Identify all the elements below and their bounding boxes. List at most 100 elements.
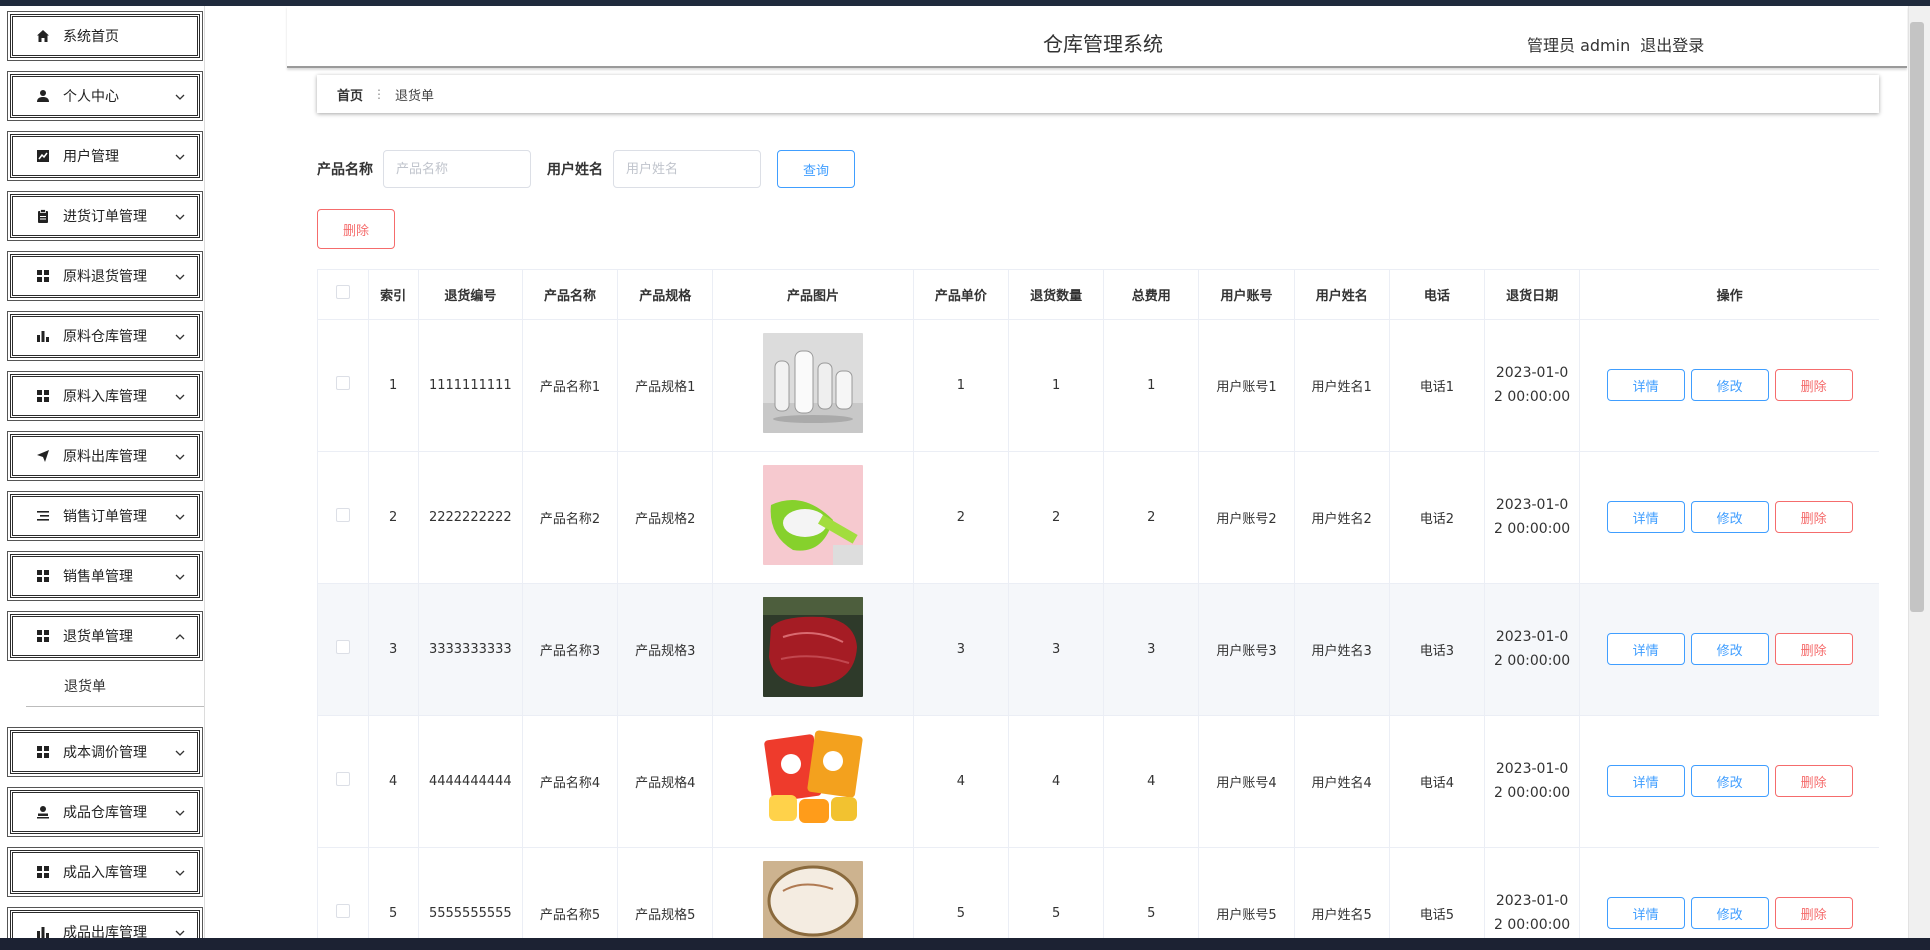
table-cell-phone: 电话3 [1389, 583, 1486, 716]
table-cell-qty: 5 [1008, 847, 1105, 938]
query-button[interactable]: 查询 [777, 150, 855, 188]
return-date-cell: 2023-01-0 2 00:00:00 [1484, 319, 1581, 452]
row-checkbox[interactable] [335, 376, 350, 390]
return-date-line: 2023-01-0 [1495, 761, 1569, 777]
table-cell-spec: 产品规格4 [617, 715, 714, 848]
delete-button[interactable]: 删除 [1774, 501, 1853, 533]
delete-button[interactable]: 删除 [1774, 765, 1853, 797]
detail-button[interactable]: 详情 [1606, 765, 1685, 797]
row-checkbox[interactable] [335, 904, 350, 918]
sidebar-item[interactable]: 进货订单管理 [0, 186, 204, 246]
delete-button[interactable]: 删除 [1774, 369, 1853, 401]
detail-button[interactable]: 详情 [1606, 369, 1685, 401]
table-cell-phone: 电话4 [1389, 715, 1486, 848]
table-cell-name: 用户姓名3 [1294, 583, 1390, 716]
header-cell: 用户账号 [1198, 270, 1295, 320]
sidebar-item-box[interactable]: 成品入库管理 [7, 847, 203, 897]
sidebar-item-box[interactable]: 进货订单管理 [7, 191, 203, 241]
row-select-cell [318, 583, 369, 716]
table-cell-index: 4 [368, 715, 419, 848]
table-cell-total: 4 [1103, 715, 1200, 848]
table-cell-account: 用户账号3 [1198, 583, 1295, 716]
sidebar-item[interactable]: 退货单管理 [0, 606, 204, 666]
table-row[interactable]: 1 1111111111 产品名称1 产品规格1 1 1 1 用户账号1 用户姓名1 电话1 202… [318, 319, 1879, 452]
select-all-checkbox[interactable] [335, 285, 350, 300]
sidebar-item-label: 个人中心 [63, 89, 119, 105]
product-name-input[interactable] [383, 150, 531, 188]
table-cell-name: 用户姓名4 [1294, 715, 1390, 848]
table-cell-index: 3 [368, 583, 419, 716]
edit-button[interactable]: 修改 [1690, 897, 1769, 929]
table-cell-product: 产品名称5 [522, 847, 619, 938]
row-checkbox[interactable] [335, 772, 350, 786]
table-row[interactable]: 5 5555555555 产品名称5 产品规格5 5 5 5 用户账号5 用户姓名5 电话5 202… [318, 847, 1879, 938]
sidebar-item-box[interactable]: 系统首页 [7, 11, 203, 61]
sidebar-item-box[interactable]: 销售订单管理 [7, 491, 203, 541]
row-actions-cell: 详情 修改 删除 [1579, 319, 1879, 452]
sidebar-item[interactable]: 个人中心 [0, 66, 204, 126]
home-icon [35, 28, 51, 44]
delete-button[interactable]: 删除 [1774, 897, 1853, 929]
sidebar-item-box[interactable]: 用户管理 [7, 131, 203, 181]
batch-delete-button[interactable]: 删除 [317, 209, 395, 249]
sidebar-item-box[interactable]: 退货单管理 [7, 611, 203, 661]
detail-button[interactable]: 详情 [1606, 633, 1685, 665]
app-title: 仓库管理系统 [1043, 32, 1163, 56]
sidebar-item-box[interactable]: 原料仓库管理 [7, 311, 203, 361]
delete-button[interactable]: 删除 [1774, 633, 1853, 665]
table-row[interactable]: 4 4444444444 产品名称4 产品规格4 4 4 4 用户账号4 用户姓名4 电话4 202… [318, 715, 1879, 848]
sidebar-item-box[interactable]: 成品仓库管理 [7, 787, 203, 837]
table-row[interactable]: 2 2222222222 产品名称2 产品规格2 2 2 2 用户账号2 用户姓名2 电话2 202… [318, 451, 1879, 584]
table-row[interactable]: 3 3333333333 产品名称3 产品规格3 3 3 3 用户账号3 用户姓名3 电话3 202… [318, 583, 1879, 716]
grid-icon [35, 568, 51, 584]
sidebar-item[interactable]: 原料出库管理 [0, 426, 204, 486]
sidebar-item-box[interactable]: 原料出库管理 [7, 431, 203, 481]
logout-link[interactable]: 退出登录 [1640, 32, 1704, 56]
sidebar-item-box[interactable]: 个人中心 [7, 71, 203, 121]
table-cell-code: 3333333333 [418, 583, 523, 716]
sidebar-item[interactable]: 用户管理 [0, 126, 204, 186]
edit-button[interactable]: 修改 [1690, 633, 1769, 665]
edit-button[interactable]: 修改 [1690, 501, 1769, 533]
sidebar-item[interactable]: 成本调价管理 [0, 722, 204, 782]
sidebar-item[interactable]: 成品出库管理 [0, 902, 204, 938]
sidebar-item[interactable]: 原料入库管理 [0, 366, 204, 426]
detail-button[interactable]: 详情 [1606, 897, 1685, 929]
chevron-down-icon [173, 270, 187, 284]
table-cell-phone: 电话5 [1389, 847, 1486, 938]
beef-image [763, 597, 864, 697]
sidebar-subitem-return-order[interactable]: 退货单 [64, 676, 106, 696]
sidebar-item[interactable]: 成品入库管理 [0, 842, 204, 902]
edit-button[interactable]: 修改 [1690, 369, 1769, 401]
sidebar-item-label: 成品出库管理 [63, 925, 147, 938]
send-icon [35, 448, 51, 464]
sidebar-item-box[interactable]: 成品出库管理 [7, 907, 203, 938]
sidebar-item[interactable]: 原料退货管理 [0, 246, 204, 306]
user-name-input[interactable] [613, 150, 761, 188]
row-checkbox[interactable] [335, 508, 350, 522]
row-checkbox[interactable] [335, 640, 350, 654]
sidebar-item[interactable]: 系统首页 [0, 6, 204, 66]
bar-chart-icon [35, 328, 51, 344]
sidebar-item-box[interactable]: 原料入库管理 [7, 371, 203, 421]
sidebar-item-box[interactable]: 原料退货管理 [7, 251, 203, 301]
clipboard-icon [35, 208, 51, 224]
submenu-divider [26, 706, 204, 707]
sidebar-item[interactable]: 原料仓库管理 [0, 306, 204, 366]
scrollbar-thumb[interactable] [1910, 22, 1924, 612]
sidebar-item[interactable]: 销售单管理 [0, 546, 204, 606]
edit-button[interactable]: 修改 [1690, 765, 1769, 797]
sidebar-item[interactable]: 成品仓库管理 [0, 782, 204, 842]
sidebar-item-box[interactable]: 成本调价管理 [7, 727, 203, 777]
detail-button[interactable]: 详情 [1606, 501, 1685, 533]
sidebar-item[interactable]: 销售订单管理 [0, 486, 204, 546]
table-cell-name: 用户姓名5 [1294, 847, 1390, 938]
sidebar-item-label: 原料仓库管理 [63, 329, 147, 345]
sidebar-item-label: 用户管理 [63, 149, 119, 165]
sidebar-item-label: 退货单管理 [63, 629, 133, 645]
header-cell: 索引 [368, 270, 419, 320]
table-cell-account: 用户账号5 [1198, 847, 1295, 938]
breadcrumb-home[interactable]: 首页 [337, 85, 363, 104]
table-cell-total: 1 [1103, 319, 1200, 452]
sidebar-item-box[interactable]: 销售单管理 [7, 551, 203, 601]
